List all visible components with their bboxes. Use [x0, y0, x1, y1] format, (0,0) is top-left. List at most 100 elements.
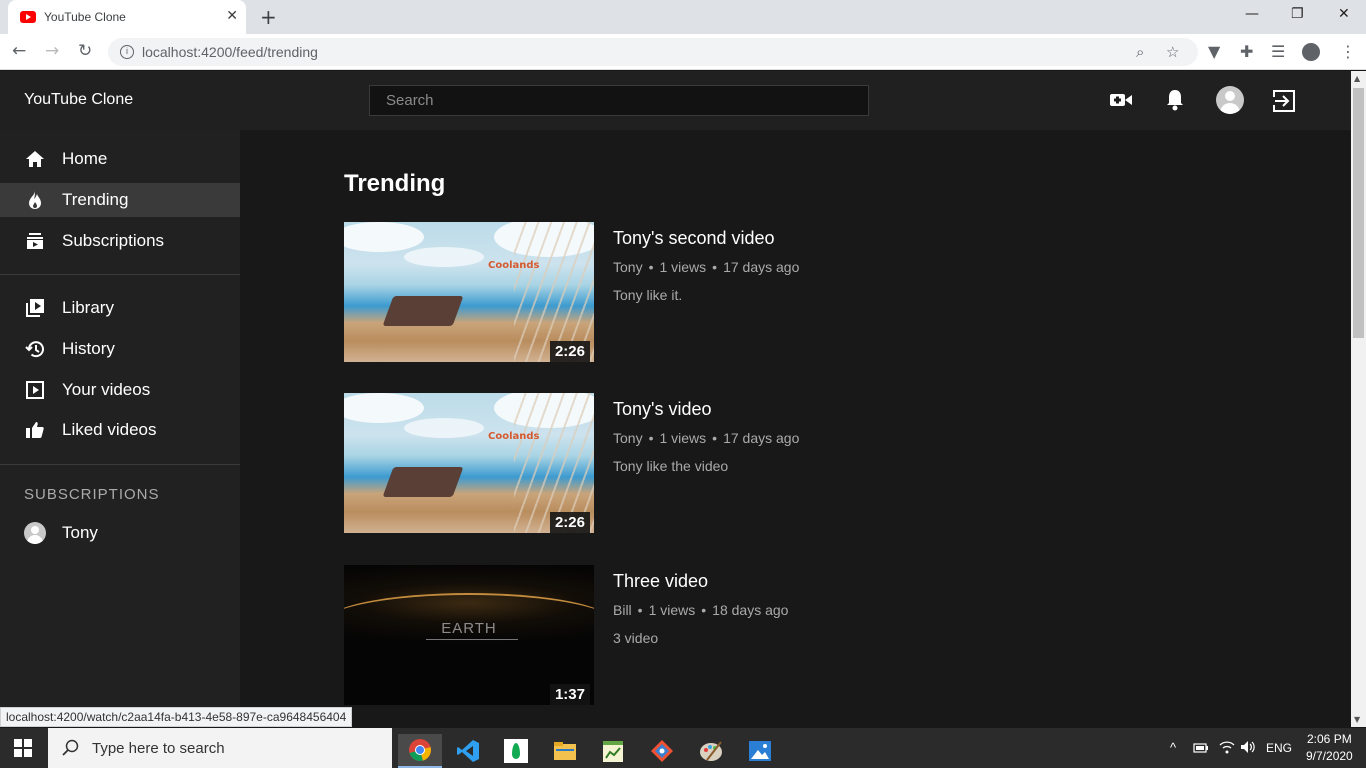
thumbnail-text: EARTH [441, 620, 497, 637]
video-meta: Tony • 1 views • 17 days ago [613, 430, 799, 446]
windows-start-icon[interactable] [14, 739, 32, 757]
sidebar-item-label: Subscriptions [62, 231, 165, 250]
scroll-up-icon[interactable]: ▲ [1354, 74, 1360, 83]
taskbar-photos[interactable] [738, 734, 782, 768]
video-age: 17 days ago [723, 430, 800, 446]
minimize-icon[interactable]: — [1245, 6, 1259, 22]
taskbar-git[interactable] [640, 734, 684, 768]
video-thumbnail[interactable]: Coolands 2:26 [344, 222, 594, 362]
media-queue-icon[interactable]: ☰ [1271, 42, 1285, 61]
sidebar-divider [0, 274, 240, 275]
video-channel[interactable]: Tony [613, 259, 643, 275]
video-thumbnail[interactable]: EARTH 1:37 [344, 565, 594, 705]
brand-title[interactable]: YouTube Clone [24, 91, 133, 109]
subscription-item-tony[interactable]: Tony [0, 516, 240, 550]
fire-icon [24, 189, 46, 211]
search-icon [62, 739, 79, 756]
back-icon[interactable]: ← [12, 41, 26, 61]
tab-title: YouTube Clone [44, 10, 126, 24]
video-channel[interactable]: Bill [613, 602, 632, 618]
zoom-icon[interactable]: ⌕ [1136, 43, 1144, 61]
video-duration: 2:26 [549, 341, 590, 362]
maximize-icon[interactable]: ❐ [1291, 6, 1304, 22]
library-icon [24, 297, 46, 319]
taskbar-notes-app[interactable] [591, 734, 635, 768]
scroll-down-icon[interactable]: ▼ [1354, 715, 1360, 724]
scrollbar-thumb[interactable] [1353, 88, 1364, 338]
volume-icon[interactable] [1240, 740, 1256, 754]
separator-dot: • [701, 602, 707, 618]
clock-time[interactable]: 2:06 PM [1307, 732, 1352, 746]
video-thumbnail[interactable]: Coolands 2:26 [344, 393, 594, 533]
taskbar-chrome[interactable] [398, 734, 442, 768]
video-age: 18 days ago [712, 602, 789, 618]
browser-menu-icon[interactable]: ⋮ [1340, 42, 1356, 61]
site-info-icon[interactable]: i [120, 45, 134, 59]
upload-video-icon[interactable] [1110, 91, 1132, 109]
extension-v-icon[interactable]: ▼ [1208, 42, 1220, 61]
video-title[interactable]: Tony's second video [613, 228, 775, 249]
user-avatar[interactable] [1216, 86, 1244, 114]
sidebar-item-trending[interactable]: Trending [0, 183, 240, 217]
sidebar-item-label: Home [62, 149, 108, 168]
app-header: YouTube Clone [0, 71, 1351, 130]
video-item[interactable]: Coolands 2:26 Tony's video Tony • 1 views •… [344, 393, 1244, 533]
clock-date[interactable]: 9/7/2020 [1306, 749, 1353, 763]
video-item[interactable]: Coolands 2:26 Tony's second video Tony • 1… [344, 222, 1244, 362]
search-input[interactable] [369, 85, 869, 116]
video-title[interactable]: Tony's video [613, 399, 712, 420]
video-meta: Bill • 1 views • 18 days ago [613, 602, 788, 618]
video-channel[interactable]: Tony [613, 430, 643, 446]
taskbar-search[interactable]: Type here to search [48, 728, 392, 768]
taskbar-paint[interactable] [689, 734, 733, 768]
notifications-bell-icon[interactable] [1165, 89, 1185, 111]
reload-icon[interactable]: ↻ [78, 41, 92, 61]
sign-out-icon[interactable] [1273, 90, 1295, 112]
forward-icon[interactable]: → [45, 41, 59, 61]
video-age: 17 days ago [723, 259, 800, 275]
sidebar-item-subscriptions[interactable]: Subscriptions [0, 224, 240, 258]
sidebar-item-home[interactable]: Home [0, 142, 240, 176]
video-description: Tony like the video [613, 458, 729, 474]
video-meta: Tony • 1 views • 17 days ago [613, 259, 799, 275]
sidebar-item-your-videos[interactable]: Your videos [0, 373, 240, 407]
taskbar-search-placeholder: Type here to search [92, 739, 225, 757]
photos-icon [749, 741, 771, 761]
taskbar-file-explorer[interactable] [543, 734, 587, 768]
page-scrollbar[interactable]: ▲ ▼ [1351, 71, 1366, 727]
separator-dot: • [637, 602, 643, 618]
show-hidden-icons-icon[interactable]: ^ [1170, 740, 1176, 755]
wifi-icon[interactable] [1219, 740, 1235, 754]
taskbar-mongodb[interactable] [494, 734, 538, 768]
paint-palette-icon [700, 741, 722, 761]
sidebar-item-label: Library [62, 298, 114, 317]
rock-shape [382, 296, 464, 326]
extensions-puzzle-icon[interactable]: ✚ [1240, 42, 1253, 61]
close-tab-icon[interactable]: ✕ [226, 8, 238, 24]
windows-taskbar: Type here to search ^ ENG 2:06 PM 9/7/20… [0, 728, 1366, 768]
video-description: Tony like it. [613, 287, 683, 303]
sidebar-item-label: Your videos [62, 380, 151, 399]
language-indicator[interactable]: ENG [1266, 741, 1292, 755]
video-views: 1 views [648, 602, 696, 618]
video-duration: 1:37 [549, 684, 590, 705]
sidebar-item-history[interactable]: History [0, 332, 240, 366]
address-bar[interactable]: i localhost:4200/feed/trending ⌕ ☆ [108, 38, 1198, 66]
sidebar: Home Trending Subscriptions Library Hist… [0, 130, 240, 707]
history-icon [24, 338, 46, 360]
video-item[interactable]: EARTH 1:37 Three video Bill • 1 views • 18 d… [344, 565, 1244, 705]
close-window-icon[interactable]: ✕ [1338, 6, 1350, 22]
separator-dot: • [648, 430, 654, 446]
battery-icon[interactable] [1193, 742, 1209, 754]
bookmark-star-icon[interactable]: ☆ [1166, 43, 1179, 61]
channel-avatar [24, 522, 46, 544]
chrome-icon [409, 739, 431, 761]
browser-tab[interactable]: YouTube Clone ✕ [8, 0, 246, 34]
browser-toolbar: ← → ↻ i localhost:4200/feed/trending ⌕ ☆… [0, 34, 1366, 70]
new-tab-button[interactable]: + [260, 5, 277, 29]
profile-icon[interactable] [1302, 43, 1320, 61]
video-title[interactable]: Three video [613, 571, 708, 592]
sidebar-item-library[interactable]: Library [0, 291, 240, 325]
taskbar-vscode[interactable] [446, 734, 490, 768]
sidebar-item-liked-videos[interactable]: Liked videos [0, 413, 240, 447]
